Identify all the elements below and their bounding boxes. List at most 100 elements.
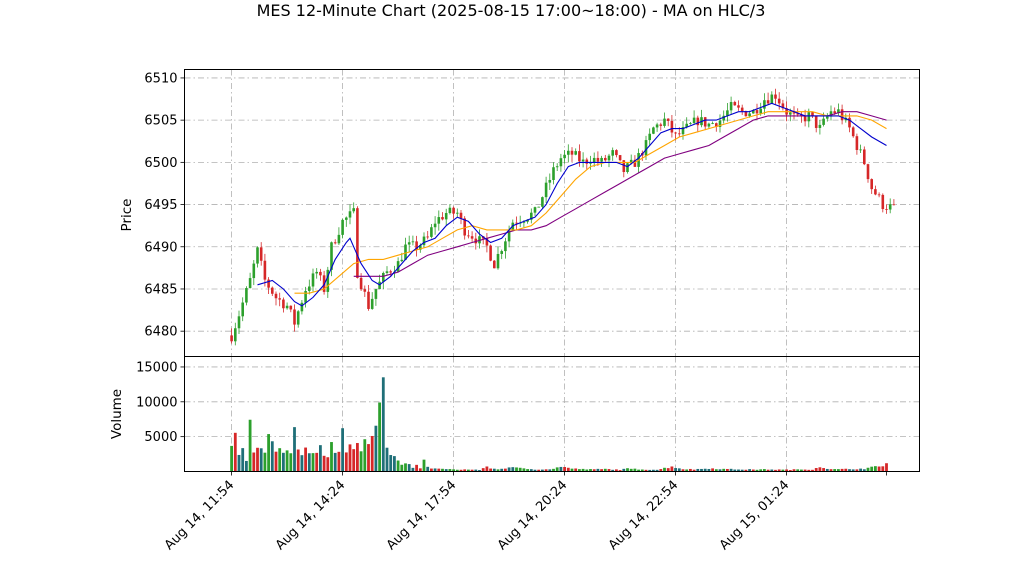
candle-body <box>740 107 744 112</box>
candle-body <box>352 208 355 212</box>
volume-tick-label: 10000 <box>136 395 177 410</box>
candle-body <box>703 117 707 127</box>
volume-bar <box>400 464 404 472</box>
candle-body <box>337 234 341 244</box>
candle-body <box>319 271 322 276</box>
candle-body <box>448 207 452 214</box>
volume-bar <box>385 447 389 472</box>
volume-bar <box>300 455 304 472</box>
candle-body <box>611 150 614 156</box>
candle-body <box>452 207 455 214</box>
candle-body <box>863 149 866 165</box>
volume-bar <box>481 468 485 472</box>
x-tick-label: Aug 15, 01:24 <box>717 478 793 554</box>
x-axis-ticks: Aug 14, 11:54 Aug 14, 14:24 Aug 14, 17:54 A… <box>162 471 887 554</box>
candle-body <box>763 100 766 109</box>
volume-bar <box>333 452 337 472</box>
candle-body <box>659 124 663 126</box>
volume-bar <box>885 463 888 472</box>
candle-body <box>766 100 770 104</box>
candle-body <box>374 289 378 299</box>
candle-body <box>563 154 566 159</box>
candle-body <box>777 98 781 104</box>
volume-bar <box>289 453 293 472</box>
candle-body <box>759 108 762 114</box>
candle-body <box>855 136 859 150</box>
candle-body <box>241 302 244 317</box>
volume-bar <box>818 467 822 472</box>
candle-body <box>348 211 352 218</box>
volume-bar <box>374 425 378 472</box>
ma-slow-line <box>353 111 887 277</box>
price-tick-label: 6505 <box>144 114 177 129</box>
volume-bar <box>881 466 885 472</box>
volume-bar <box>426 466 430 472</box>
candle-body <box>367 291 370 309</box>
candle-body <box>874 189 877 195</box>
ma-mid-line <box>294 111 887 294</box>
volume-bar <box>363 439 367 472</box>
volume-bar <box>356 443 359 472</box>
volume-bar <box>674 468 677 472</box>
candle-body <box>678 133 681 135</box>
volume-bar <box>341 428 344 472</box>
candle-body <box>437 217 441 224</box>
candle-body <box>459 212 463 219</box>
volume-bar <box>822 468 825 472</box>
volume-bar <box>248 419 252 472</box>
price-tick-label: 6495 <box>144 198 177 213</box>
candle-body <box>604 157 607 161</box>
candle-body <box>696 117 700 126</box>
volume-bar <box>393 456 396 472</box>
volume-bar <box>322 455 326 472</box>
volume-bar <box>485 466 489 472</box>
candle-body <box>666 118 670 121</box>
volume-bar <box>370 435 374 472</box>
candle-body <box>263 260 267 280</box>
candle-body <box>859 149 862 151</box>
price-tick-label: 6490 <box>144 240 177 255</box>
candle-body <box>596 157 600 162</box>
candle-body <box>789 112 792 115</box>
volume-bar <box>285 450 289 472</box>
candle-body <box>803 116 807 122</box>
volume-tick-label: 15000 <box>136 360 177 375</box>
candle-body <box>755 110 759 114</box>
candle-body <box>567 150 570 155</box>
candle-body <box>463 218 466 236</box>
candle-body <box>315 271 318 274</box>
candle-body <box>411 241 415 243</box>
candle-body <box>363 289 367 292</box>
volume-bar <box>256 447 259 472</box>
price-candles <box>230 88 896 346</box>
candle-body <box>237 316 241 329</box>
volume-bar <box>259 448 263 472</box>
candle-body <box>833 111 836 114</box>
candle-body <box>245 288 248 303</box>
volume-bar <box>352 449 356 472</box>
candle-body <box>570 150 574 155</box>
candle-body <box>541 197 544 207</box>
volume-bar <box>670 466 674 472</box>
candle-body <box>585 159 589 164</box>
price-tick-label: 6485 <box>144 282 177 297</box>
x-tick-label: Aug 14, 22:54 <box>606 478 682 554</box>
volume-bar <box>293 427 296 472</box>
candle-body <box>400 259 404 262</box>
candle-body <box>574 151 577 155</box>
volume-bar <box>252 452 256 472</box>
volume-bar <box>319 445 322 472</box>
candle-body <box>729 102 733 111</box>
candle-body <box>707 123 711 127</box>
volume-bar <box>344 452 348 472</box>
volume-bar <box>278 448 282 472</box>
volume-bar <box>422 459 426 472</box>
candle-body <box>559 158 563 167</box>
candle-body <box>851 127 855 137</box>
candle-body <box>359 277 363 290</box>
candle-body <box>256 247 259 264</box>
volume-bar <box>389 455 393 472</box>
volume-bar <box>663 467 666 472</box>
volume-bar <box>241 448 245 472</box>
candle-body <box>259 247 263 261</box>
